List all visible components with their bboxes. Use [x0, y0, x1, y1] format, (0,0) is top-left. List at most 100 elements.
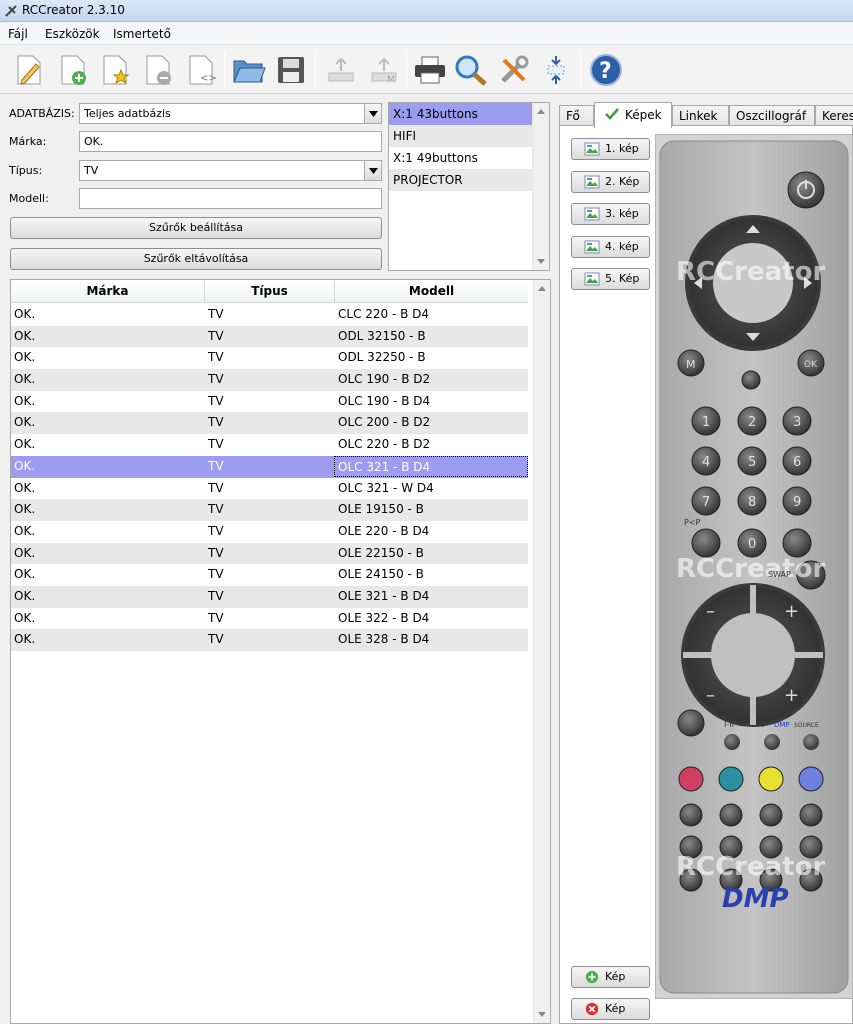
scroll-up-icon[interactable] — [537, 109, 545, 114]
table-row[interactable]: OK. TV OLC 220 - B D2 — [11, 434, 528, 456]
printer-icon[interactable] — [411, 51, 449, 89]
toolbar: <> M ? — [0, 46, 853, 94]
table-row[interactable]: OK. TV OLE 22150 - B — [11, 542, 528, 565]
menu-file[interactable]: Fájl — [8, 27, 28, 41]
table-row[interactable]: OK. TV OLE 19150 - B — [11, 499, 528, 521]
cell-model: OLE 22150 - B — [338, 545, 424, 560]
cell-type: TV — [208, 480, 224, 495]
list-item[interactable]: PROJECTOR — [389, 169, 532, 191]
cell-brand: OK. — [14, 545, 36, 560]
table-row[interactable]: OK. TV ODL 32250 - B — [11, 347, 528, 369]
model-input[interactable] — [79, 188, 382, 209]
favorite-document-icon[interactable] — [96, 51, 134, 89]
add-document-icon[interactable] — [54, 51, 92, 89]
chevron-down-icon[interactable] — [364, 104, 381, 123]
remote-button — [679, 803, 703, 827]
remove-document-icon[interactable] — [139, 51, 177, 89]
watermark-text: RCCreator — [676, 852, 825, 882]
cell-brand: OK. — [14, 567, 36, 582]
table-row[interactable]: OK. TV OLC 190 - B D4 — [11, 391, 528, 413]
source-label: SOURCE — [794, 722, 819, 729]
delete-image-button[interactable]: Kép — [571, 998, 650, 1020]
table-row[interactable]: OK. TV ODL 32150 - B — [11, 325, 528, 348]
new-document-icon[interactable] — [10, 51, 48, 89]
menu-tools[interactable]: Eszközök — [45, 27, 100, 41]
check-icon — [605, 108, 619, 120]
window-title: RCCreator 2.3.10 — [22, 3, 125, 17]
results-table: Márka Típus Modell OK. TV CLC 220 - B D4 OK… — [10, 279, 551, 1024]
list-item[interactable]: X:1 43buttons — [389, 103, 532, 125]
open-folder-icon[interactable] — [230, 51, 268, 89]
table-row[interactable]: OK. TV OLC 200 - B D2 — [11, 412, 528, 435]
magnifier-icon[interactable] — [452, 51, 490, 89]
table-row[interactable]: OK. TV OLC 321 - W D4 — [11, 478, 528, 500]
image-2-button[interactable]: 2. Kép — [571, 171, 650, 193]
cell-model: OLC 190 - B D2 — [338, 372, 431, 387]
cell-model: ODL 32250 - B — [338, 350, 426, 365]
list-item[interactable]: X:1 49buttons — [389, 147, 532, 169]
cell-type: TV — [208, 437, 224, 452]
type-select[interactable]: TV — [79, 160, 382, 181]
menu-bar: Fájl Eszközök Ismertető — [0, 23, 853, 45]
apply-filters-button[interactable]: Szűrők beállítása — [10, 217, 382, 239]
tab-label: Képek — [625, 108, 662, 122]
column-header-model[interactable]: Modell — [335, 284, 528, 298]
digit-label: 3 — [793, 415, 801, 430]
vertical-scrollbar[interactable] — [532, 103, 549, 270]
tab-oscillograph[interactable]: Oszcillográf — [729, 105, 815, 127]
tab-main[interactable]: Fő — [559, 105, 594, 127]
table-row[interactable]: OK. TV OLC 190 - B D2 — [11, 369, 528, 391]
cell-type: TV — [208, 328, 224, 343]
table-row[interactable]: OK. TV OLE 328 - B D4 — [11, 629, 528, 651]
digit-label: 6 — [793, 455, 801, 470]
table-row[interactable]: OK. TV OLE 322 - B D4 — [11, 608, 528, 630]
tab-links[interactable]: Linkek — [672, 105, 729, 127]
add-image-button[interactable]: Kép — [571, 966, 650, 988]
image-1-button[interactable]: 1. kép — [571, 138, 650, 160]
ok-button-label: OK — [804, 360, 818, 370]
image-file-icon — [584, 142, 600, 156]
vertical-scrollbar[interactable] — [533, 280, 550, 1023]
tab-bar: Fő Képek Linkek Oszcillográf Keres — [559, 102, 853, 128]
delete-circle-icon — [585, 1002, 599, 1016]
scroll-up-icon[interactable] — [538, 286, 546, 291]
table-body: OK. TV CLC 220 - B D4 OK. TV ODL 32150 - B OK.… — [11, 304, 528, 651]
brand-input[interactable]: OK. — [79, 131, 382, 152]
svg-text:?: ? — [599, 59, 612, 84]
clear-filters-button[interactable]: Szűrők eltávolítása — [10, 248, 382, 270]
table-row[interactable]: OK. TV CLC 220 - B D4 — [11, 304, 528, 326]
image-3-button[interactable]: 3. kép — [571, 203, 650, 225]
table-row[interactable]: OK. TV OLC 321 - B D4 — [11, 455, 528, 478]
code-document-icon[interactable]: <> — [182, 51, 220, 89]
menu-about[interactable]: Ismertető — [113, 27, 171, 41]
db-select[interactable]: Teljes adatbázis — [79, 103, 382, 124]
cell-type: TV — [208, 372, 224, 387]
column-header-type[interactable]: Típus — [205, 284, 334, 298]
scroll-down-icon[interactable] — [537, 259, 545, 264]
scroll-down-icon[interactable] — [538, 1012, 546, 1017]
list-item[interactable]: HIFI — [389, 125, 532, 147]
tools-icon[interactable] — [495, 51, 533, 89]
cell-model: ODL 32150 - B — [338, 328, 426, 343]
column-header-brand[interactable]: Márka — [11, 284, 204, 298]
app-icon — [5, 5, 17, 17]
image-5-button[interactable]: 5. Kép — [571, 268, 650, 290]
tab-images[interactable]: Képek — [594, 102, 672, 128]
tab-search[interactable]: Keres — [815, 105, 853, 127]
remote-control-image: RCCreator M OK 1 2 34 5 67 8 90 P<P RCCreator … — [659, 140, 849, 994]
table-row[interactable]: OK. TV OLE 321 - B D4 — [11, 585, 528, 608]
table-row[interactable]: OK. TV OLE 220 - B D4 — [11, 521, 528, 543]
resize-icon[interactable] — [537, 51, 575, 89]
m-upload-icon[interactable]: M — [365, 51, 403, 89]
cell-model: CLC 220 - B D4 — [338, 307, 430, 321]
table-header: Márka Típus Modell — [11, 280, 528, 303]
upload-icon[interactable] — [322, 51, 360, 89]
help-icon[interactable]: ? — [587, 51, 625, 89]
chevron-down-icon[interactable] — [364, 161, 381, 180]
image-4-button[interactable]: 4. kép — [571, 236, 650, 258]
digit-label: 8 — [748, 495, 756, 510]
svg-text:–: – — [706, 601, 715, 622]
save-disk-icon[interactable] — [272, 51, 310, 89]
dmp-small-label: DMP — [774, 721, 790, 729]
table-row[interactable]: OK. TV OLE 24150 - B — [11, 564, 528, 586]
